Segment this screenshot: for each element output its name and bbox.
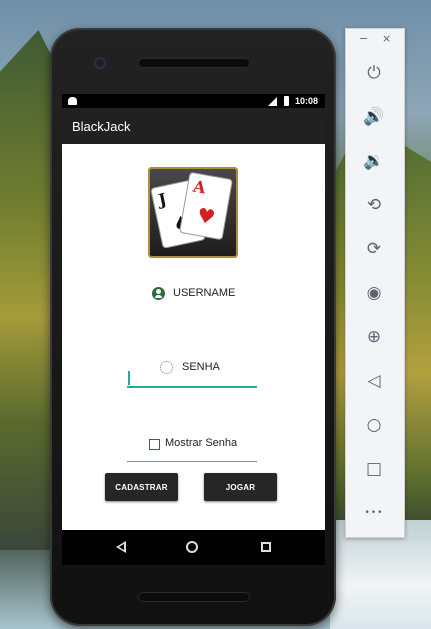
volume-up-icon[interactable]: 🔊 bbox=[362, 105, 386, 129]
power-icon[interactable]: ⏻ bbox=[362, 61, 386, 85]
device-screen: 10:08 BlackJack J ♠ A ♥ USERNAME SENHA bbox=[62, 94, 325, 565]
play-button[interactable]: JOGAR bbox=[204, 473, 277, 501]
nav-recents-icon[interactable] bbox=[261, 542, 271, 552]
rotate-right-icon[interactable]: ⟳ bbox=[362, 237, 386, 261]
zoom-icon[interactable]: ⊕ bbox=[362, 325, 386, 349]
front-camera bbox=[94, 57, 106, 69]
username-label-row: USERNAME bbox=[62, 284, 325, 304]
show-password-checkbox[interactable] bbox=[149, 439, 160, 450]
app-bar: BlackJack bbox=[62, 108, 325, 144]
camera-icon[interactable]: ◉ bbox=[362, 281, 386, 305]
fingerprint-icon bbox=[160, 361, 173, 374]
nav-home-icon[interactable] bbox=[186, 541, 198, 553]
blackjack-logo: J ♠ A ♥ bbox=[148, 167, 238, 258]
status-bar: 10:08 bbox=[62, 94, 325, 108]
volume-down-icon[interactable]: 🔉 bbox=[362, 149, 386, 173]
ace-card: A ♥ bbox=[178, 171, 234, 241]
battery-icon bbox=[284, 96, 289, 106]
password-label: SENHA bbox=[182, 361, 220, 373]
navigation-bar bbox=[62, 530, 325, 565]
ace-rank: A bbox=[191, 176, 208, 198]
close-button[interactable]: × bbox=[382, 32, 391, 45]
signal-icon bbox=[268, 97, 277, 106]
password-label-row: SENHA bbox=[62, 358, 325, 378]
overview-icon[interactable]: □ bbox=[362, 457, 386, 481]
emulator-toolbar: − × ⏻ 🔊 🔉 ⟲ ⟳ ◉ ⊕ ◁ ○ □ ••• bbox=[345, 28, 405, 538]
username-label: USERNAME bbox=[173, 287, 236, 299]
jack-rank: J bbox=[156, 189, 169, 210]
heart-icon: ♥ bbox=[195, 202, 218, 230]
status-time: 10:08 bbox=[295, 96, 319, 106]
more-icon[interactable]: ••• bbox=[362, 501, 386, 525]
app-title: BlackJack bbox=[72, 119, 131, 134]
account-icon bbox=[152, 287, 165, 300]
android-notification-icon bbox=[68, 97, 77, 105]
home-icon[interactable]: ○ bbox=[362, 413, 386, 437]
login-form: J ♠ A ♥ USERNAME SENHA Mostrar Senha CAD… bbox=[62, 144, 325, 530]
show-password-label[interactable]: Mostrar Senha bbox=[165, 437, 237, 449]
nav-back-icon[interactable] bbox=[116, 541, 126, 553]
rotate-left-icon[interactable]: ⟲ bbox=[362, 193, 386, 217]
register-button[interactable]: CADASTRAR bbox=[105, 473, 178, 501]
back-icon[interactable]: ◁ bbox=[362, 369, 386, 393]
bottom-speaker bbox=[138, 592, 250, 602]
top-speaker bbox=[138, 58, 250, 68]
minimize-button[interactable]: − bbox=[359, 32, 368, 45]
